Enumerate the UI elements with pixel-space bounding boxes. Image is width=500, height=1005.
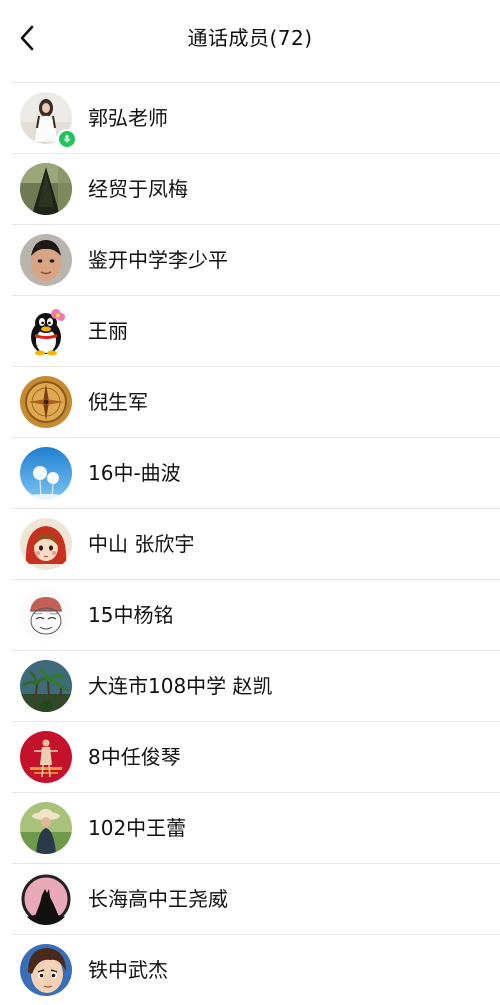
row-divider xyxy=(12,721,500,722)
member-row[interactable]: 郭弘老师 xyxy=(0,82,500,153)
compass-avatar xyxy=(20,376,72,428)
member-name: 长海高中王尧威 xyxy=(88,887,228,911)
row-divider xyxy=(12,863,500,864)
wolf-moon-avatar xyxy=(20,873,72,925)
member-row[interactable]: 102中王蕾 xyxy=(0,792,500,863)
member-name: 郭弘老师 xyxy=(88,106,168,130)
member-row[interactable]: 16中-曲波 xyxy=(0,437,500,508)
member-name: 鉴开中学李少平 xyxy=(88,248,228,272)
top-bar: 通话成员(72) xyxy=(0,0,500,72)
member-name: 15中杨铭 xyxy=(88,603,174,627)
row-divider xyxy=(12,366,500,367)
row-divider xyxy=(12,650,500,651)
row-divider xyxy=(12,295,500,296)
member-name: 大连市108中学 赵凯 xyxy=(88,674,273,698)
member-name: 8中任俊琴 xyxy=(88,745,181,769)
row-divider xyxy=(12,82,500,83)
anime-face-avatar xyxy=(20,944,72,996)
member-row[interactable]: 王丽 xyxy=(0,295,500,366)
sketch-cartoon-avatar xyxy=(20,589,72,641)
member-row[interactable]: 大连市108中学 赵凯 xyxy=(0,650,500,721)
red-stage-figure-avatar xyxy=(20,731,72,783)
child-face-avatar xyxy=(20,234,72,286)
row-divider xyxy=(12,792,500,793)
member-row[interactable]: 铁中武杰 xyxy=(0,934,500,1005)
row-divider xyxy=(12,224,500,225)
row-divider xyxy=(12,153,500,154)
member-name: 102中王蕾 xyxy=(88,816,187,840)
member-row[interactable]: 长海高中王尧威 xyxy=(0,863,500,934)
member-name: 铁中武杰 xyxy=(88,958,168,982)
member-name: 经贸于凤梅 xyxy=(88,177,188,201)
dandelion-sky-avatar xyxy=(20,447,72,499)
row-divider xyxy=(12,437,500,438)
member-name: 16中-曲波 xyxy=(88,461,181,485)
member-row[interactable]: 经贸于凤梅 xyxy=(0,153,500,224)
penguin-avatar xyxy=(20,305,72,357)
row-divider xyxy=(12,579,500,580)
member-name: 倪生军 xyxy=(88,390,148,414)
member-row[interactable]: 8中任俊琴 xyxy=(0,721,500,792)
member-name: 中山 张欣宇 xyxy=(88,532,195,556)
palm-trees-avatar xyxy=(20,660,72,712)
row-divider xyxy=(12,934,500,935)
member-row[interactable]: 15中杨铭 xyxy=(0,579,500,650)
member-row[interactable]: 鉴开中学李少平 xyxy=(0,224,500,295)
member-name: 王丽 xyxy=(88,319,128,343)
person-with-hat-avatar xyxy=(20,802,72,854)
member-row[interactable]: 倪生军 xyxy=(0,366,500,437)
speaking-indicator-icon xyxy=(57,129,77,149)
row-divider xyxy=(12,508,500,509)
dark-tree-avatar xyxy=(20,163,72,215)
page-title: 通话成员(72) xyxy=(187,26,313,50)
member-row[interactable]: 中山 张欣宇 xyxy=(0,508,500,579)
cartoon-girl-red-hood-avatar xyxy=(20,518,72,570)
